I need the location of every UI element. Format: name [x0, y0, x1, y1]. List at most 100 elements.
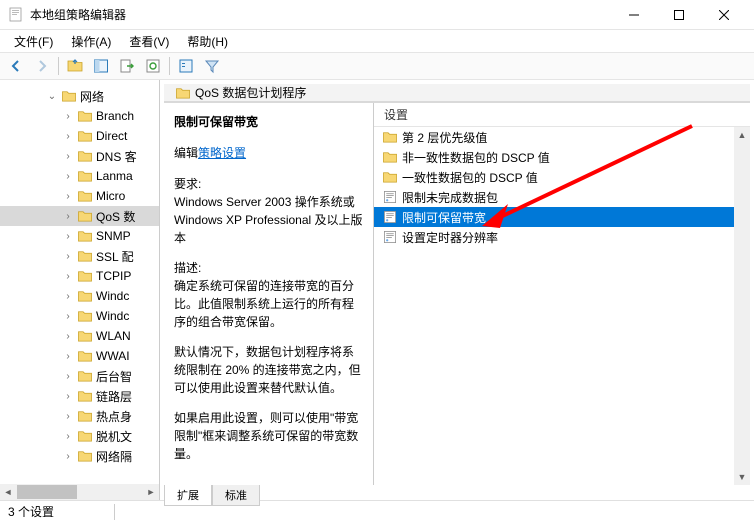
list-item[interactable]: 第 2 层优先级值: [374, 127, 750, 147]
tree-item[interactable]: ›链路层: [0, 386, 159, 406]
description-pane: 限制可保留带宽 编辑策略设置 要求:Windows Server 2003 操作…: [164, 103, 374, 485]
expander-icon[interactable]: ›: [62, 331, 74, 342]
folder-icon: [77, 409, 93, 423]
expander-icon[interactable]: ›: [62, 291, 74, 302]
tab-extended[interactable]: 扩展: [164, 485, 212, 506]
back-button[interactable]: [4, 55, 28, 77]
folder-icon: [77, 109, 93, 123]
tree-root[interactable]: ⌄ 网络: [0, 86, 159, 106]
tree-item-label: WWAI: [96, 349, 130, 363]
show-hide-tree-button[interactable]: [89, 55, 113, 77]
toolbar-separator: [169, 57, 170, 75]
list-item[interactable]: 非一致性数据包的 DSCP 值: [374, 147, 750, 167]
folder-icon: [382, 170, 398, 184]
tree-item[interactable]: ›网络隔: [0, 446, 159, 466]
tree-item-label: TCPIP: [96, 269, 131, 283]
description-p2: 默认情况下，数据包计划程序将系统限制在 20% 的连接带宽之内，但可以使用此设置…: [174, 343, 363, 397]
expander-icon[interactable]: ›: [62, 231, 74, 242]
list-item-label: 限制未完成数据包: [402, 189, 498, 206]
tree-item[interactable]: › WWAI: [0, 346, 159, 366]
setting-icon: [382, 190, 398, 204]
expander-icon[interactable]: ›: [62, 271, 74, 282]
tree-item[interactable]: › SSL 配: [0, 246, 159, 266]
expander-icon[interactable]: ›: [62, 131, 74, 142]
menu-file[interactable]: 文件(F): [6, 31, 61, 52]
expander-icon[interactable]: ›: [62, 211, 74, 222]
tree-item-label: 脱机文: [96, 428, 132, 445]
tab-standard[interactable]: 标准: [212, 485, 260, 506]
requirements-text: Windows Server 2003 操作系统或 Windows XP Pro…: [174, 195, 363, 245]
list-item-label: 非一致性数据包的 DSCP 值: [402, 149, 550, 166]
tree-item[interactable]: › TCPIP: [0, 266, 159, 286]
column-header-setting[interactable]: 设置: [374, 103, 750, 127]
expander-icon[interactable]: ›: [62, 391, 74, 402]
folder-icon: [77, 329, 93, 343]
folder-icon: [382, 150, 398, 164]
expander-icon[interactable]: ›: [62, 191, 74, 202]
menu-action[interactable]: 操作(A): [63, 31, 119, 52]
tree-item[interactable]: › Micro: [0, 186, 159, 206]
folder-icon: [61, 89, 77, 103]
tree-item[interactable]: ›后台智: [0, 366, 159, 386]
tree-item[interactable]: ›DNS 客: [0, 146, 159, 166]
folder-icon: [77, 209, 93, 223]
expander-icon[interactable]: ›: [62, 431, 74, 442]
maximize-button[interactable]: [656, 0, 701, 30]
status-divider: [114, 504, 115, 520]
tree-item[interactable]: › Windc: [0, 306, 159, 326]
edit-policy-link[interactable]: 策略设置: [198, 146, 246, 160]
tree-item[interactable]: ›QoS 数: [0, 206, 159, 226]
tree-item[interactable]: ›Lanma: [0, 166, 159, 186]
folder-icon: [77, 389, 93, 403]
list-vertical-scrollbar[interactable]: ▲ ▼: [734, 127, 750, 485]
minimize-button[interactable]: [611, 0, 656, 30]
scroll-up-icon[interactable]: ▲: [734, 127, 750, 143]
expander-icon[interactable]: ›: [62, 111, 74, 122]
properties-button[interactable]: [174, 55, 198, 77]
content-header-title: QoS 数据包计划程序: [195, 84, 306, 101]
scrollbar-thumb[interactable]: [17, 485, 77, 499]
expander-icon[interactable]: ›: [62, 371, 74, 382]
folder-icon: [77, 369, 93, 383]
menu-bar: 文件(F) 操作(A) 查看(V) 帮助(H): [0, 30, 754, 52]
tree-item[interactable]: ›WLAN: [0, 326, 159, 346]
tree-item-label: Micro: [96, 189, 125, 203]
expander-icon[interactable]: ›: [62, 451, 74, 462]
scroll-left-icon[interactable]: ◄: [0, 484, 16, 500]
menu-help[interactable]: 帮助(H): [179, 31, 236, 52]
tree-item[interactable]: ›Branch: [0, 106, 159, 126]
tree-item[interactable]: › Direct: [0, 126, 159, 146]
forward-button[interactable]: [30, 55, 54, 77]
expander-icon[interactable]: ⌄: [46, 91, 58, 102]
setting-heading: 限制可保留带宽: [174, 113, 363, 130]
setting-icon: [382, 210, 398, 224]
export-button[interactable]: [115, 55, 139, 77]
tree-item[interactable]: ›Windc: [0, 286, 159, 306]
tree-item-label: SSL 配: [96, 248, 134, 265]
edit-policy-line: 编辑策略设置: [174, 144, 363, 161]
list-item[interactable]: 限制可保留带宽: [374, 207, 750, 227]
list-item-label: 设置定时器分辨率: [402, 229, 498, 246]
tree-item-label: Windc: [96, 309, 129, 323]
list-item[interactable]: 设置定时器分辨率: [374, 227, 750, 247]
expander-icon[interactable]: ›: [62, 251, 74, 262]
tree-horizontal-scrollbar[interactable]: ◄ ►: [0, 484, 159, 500]
tree-item[interactable]: › 脱机文: [0, 426, 159, 446]
expander-icon[interactable]: ›: [62, 311, 74, 322]
close-button[interactable]: [701, 0, 746, 30]
list-item[interactable]: 限制未完成数据包: [374, 187, 750, 207]
expander-icon[interactable]: ›: [62, 171, 74, 182]
tree-item[interactable]: ›热点身: [0, 406, 159, 426]
up-button[interactable]: [63, 55, 87, 77]
tree-item-label: Direct: [96, 129, 127, 143]
filter-button[interactable]: [200, 55, 224, 77]
list-item[interactable]: 一致性数据包的 DSCP 值: [374, 167, 750, 187]
expander-icon[interactable]: ›: [62, 151, 74, 162]
scroll-down-icon[interactable]: ▼: [734, 469, 750, 485]
refresh-button[interactable]: [141, 55, 165, 77]
expander-icon[interactable]: ›: [62, 351, 74, 362]
menu-view[interactable]: 查看(V): [121, 31, 177, 52]
tree-item[interactable]: ›SNMP: [0, 226, 159, 246]
expander-icon[interactable]: ›: [62, 411, 74, 422]
scroll-right-icon[interactable]: ►: [143, 484, 159, 500]
